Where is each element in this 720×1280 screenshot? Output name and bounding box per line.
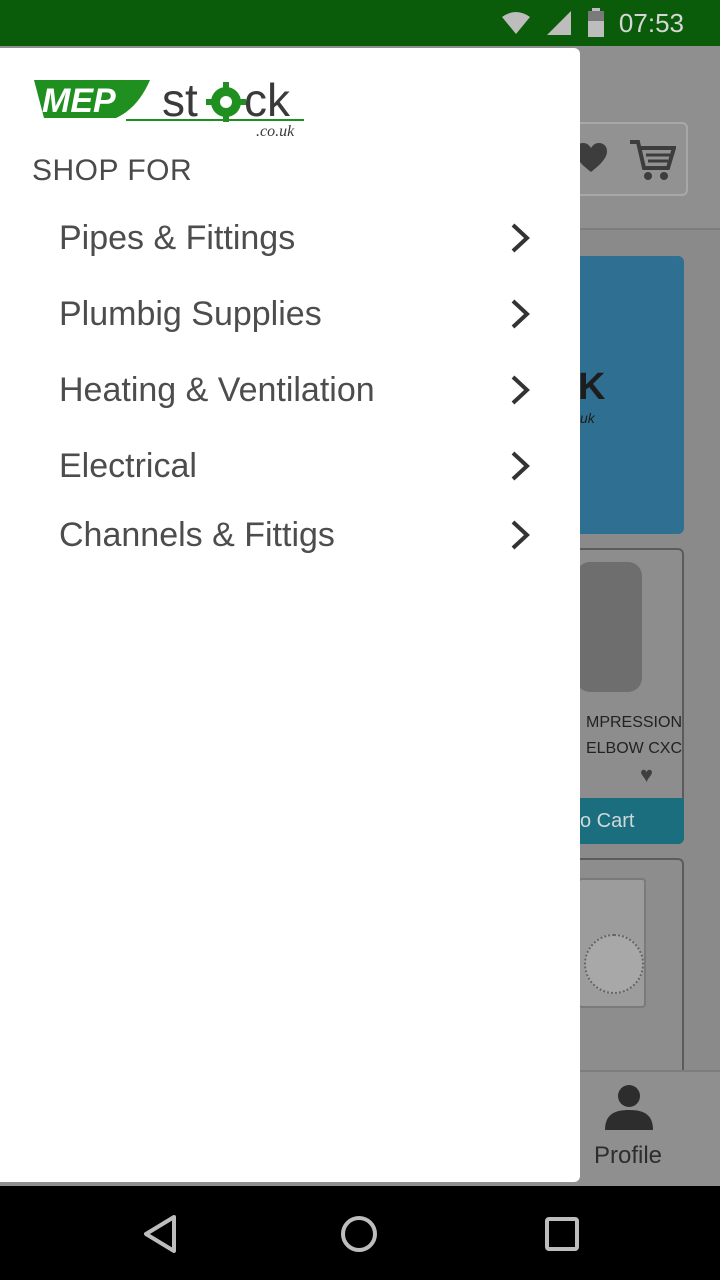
chevron-right-icon — [511, 451, 530, 481]
wifi-icon — [501, 12, 530, 34]
svg-text:ck: ck — [244, 74, 291, 126]
category-item-heating-ventilation[interactable]: Heating & Ventilation — [0, 360, 580, 420]
product-name: MPRESSION ELBOW CXC — [585, 714, 682, 757]
chevron-right-icon — [511, 223, 530, 253]
signal-icon — [546, 11, 571, 35]
banner-subtext: uk — [580, 410, 595, 426]
product-image — [576, 562, 642, 692]
recents-icon — [545, 1217, 579, 1251]
profile-icon[interactable] — [602, 1084, 656, 1130]
thermostat-dial-image — [584, 934, 644, 994]
category-label: Electrical — [59, 446, 197, 485]
svg-text:st: st — [162, 74, 198, 126]
section-title: SHOP FOR — [32, 154, 193, 187]
navigation-drawer: MEP st ck .co.uk SHOP FOR Pipes & Fittin… — [0, 48, 580, 1182]
wishlist-heart-icon[interactable]: ♥ — [640, 762, 653, 788]
chevron-right-icon — [511, 520, 530, 550]
category-label: Heating & Ventilation — [59, 370, 375, 409]
back-button[interactable] — [130, 1206, 190, 1262]
status-time: 07:53 — [618, 7, 684, 38]
mepstock-logo[interactable]: MEP st ck .co.uk — [30, 70, 310, 142]
home-button[interactable] — [329, 1206, 389, 1262]
banner-text: K — [578, 366, 606, 408]
category-item-electrical[interactable]: Electrical — [0, 436, 580, 496]
svg-text:.co.uk: .co.uk — [256, 123, 295, 140]
svg-text:MEP: MEP — [42, 82, 116, 120]
category-label: Channels & Fittigs — [59, 515, 335, 554]
category-item-channels-fittings[interactable]: Channels & Fittigs — [0, 505, 580, 565]
category-item-pipes-fittings[interactable]: Pipes & Fittings — [0, 208, 580, 268]
status-bar: 07:53 — [0, 0, 720, 46]
battery-icon — [587, 8, 604, 37]
category-item-plumbing-supplies[interactable]: Plumbig Supplies — [0, 284, 580, 344]
system-navigation-bar — [0, 1186, 720, 1280]
status-icons: 07:53 — [501, 0, 684, 46]
recents-button[interactable] — [532, 1206, 592, 1262]
chevron-right-icon — [511, 375, 530, 405]
tab-profile[interactable]: Profile — [594, 1142, 662, 1170]
chevron-right-icon — [511, 299, 530, 329]
category-label: Pipes & Fittings — [59, 218, 296, 257]
home-icon — [341, 1216, 377, 1252]
back-icon — [144, 1215, 176, 1253]
category-label: Plumbig Supplies — [59, 294, 322, 333]
cart-icon[interactable] — [628, 138, 676, 182]
